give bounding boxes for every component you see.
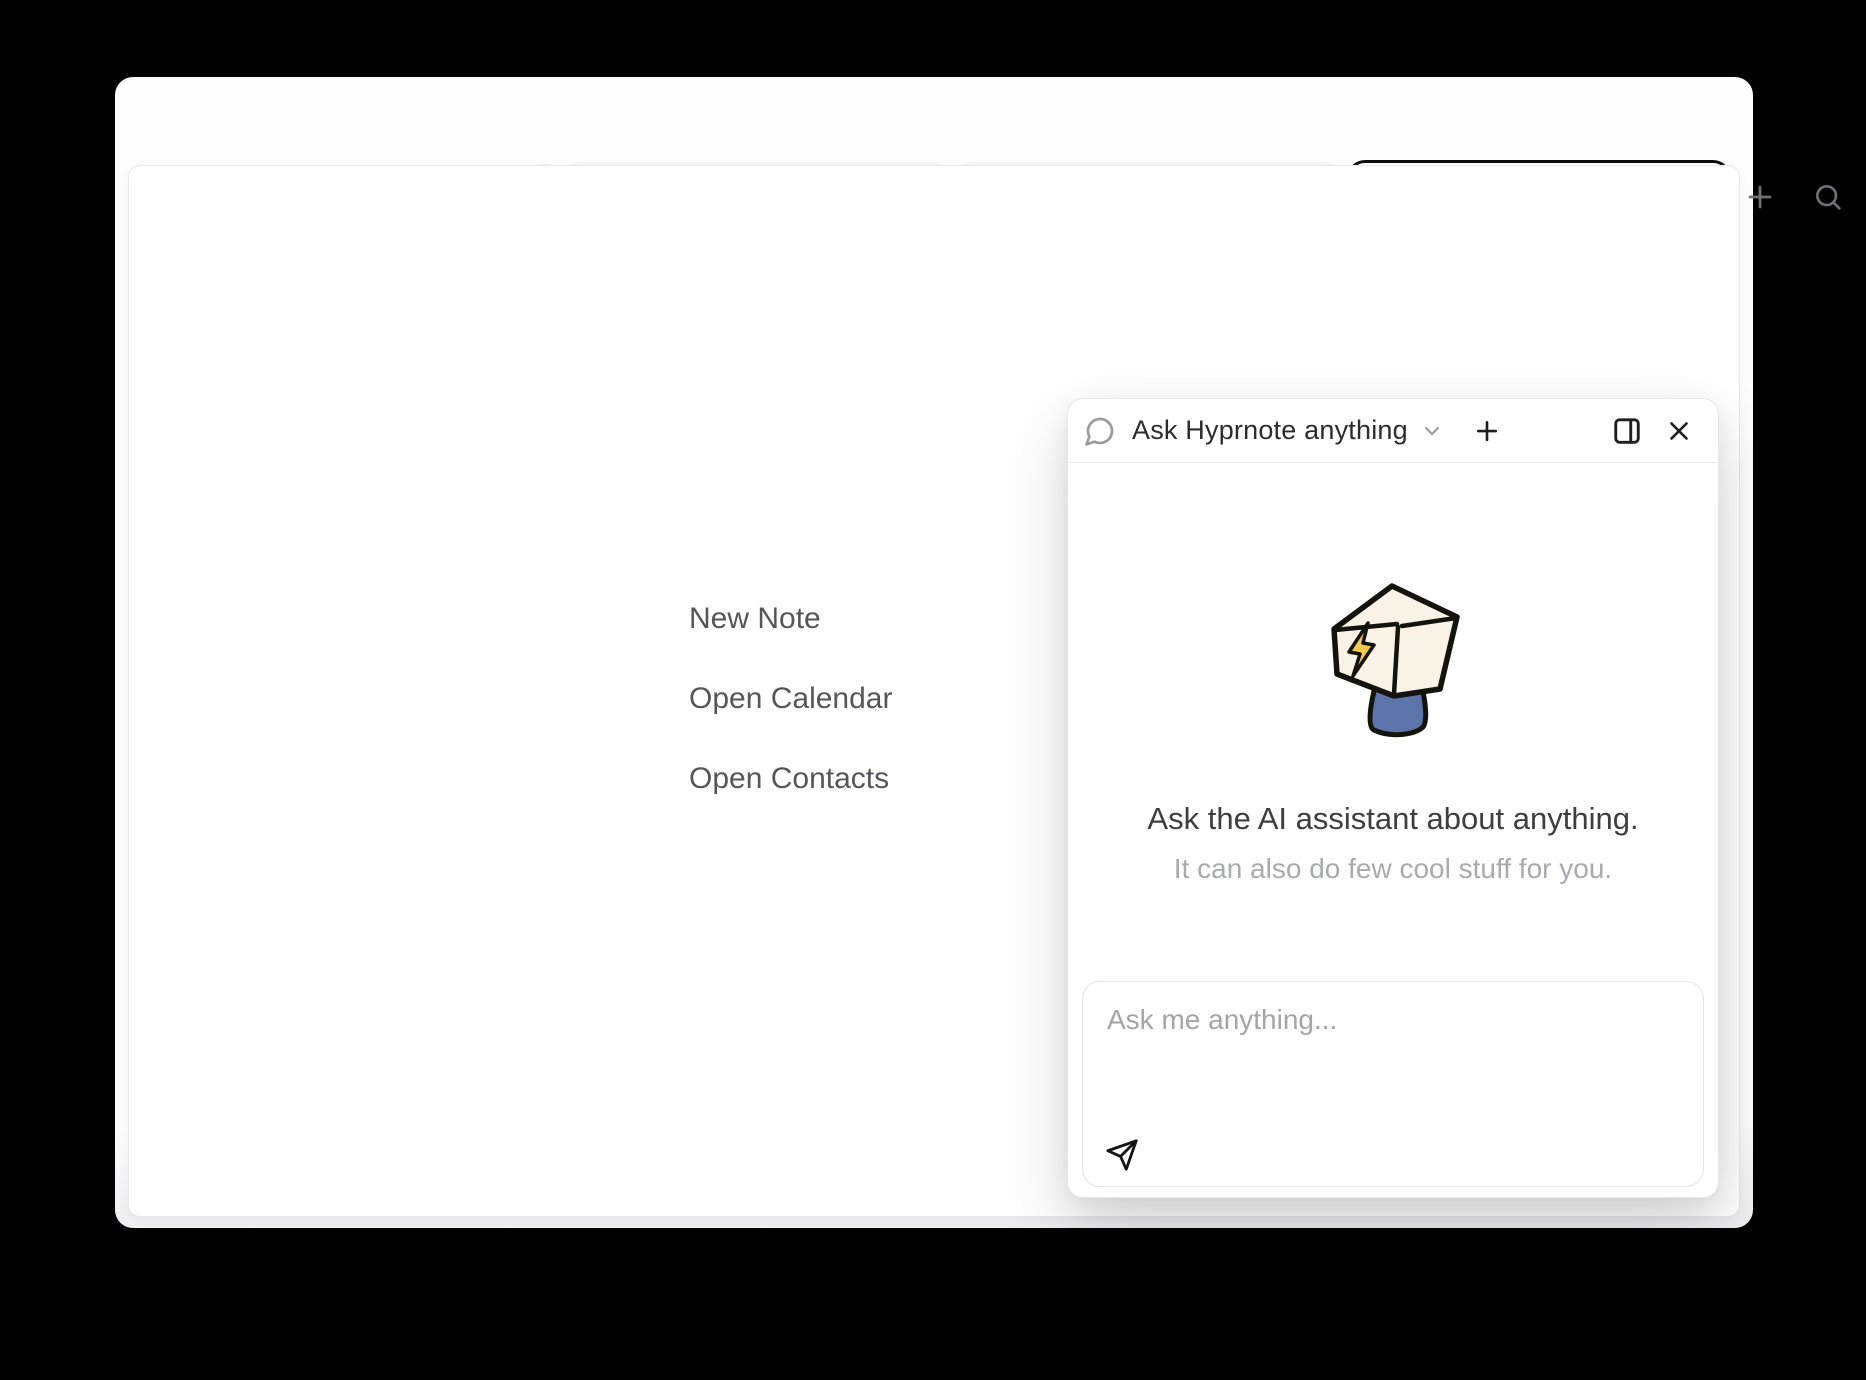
assistant-empty-headline: Ask the AI assistant about anything. bbox=[1068, 801, 1718, 837]
search-icon bbox=[1812, 181, 1844, 213]
conversation-selector[interactable]: Ask Hyprnote anything bbox=[1116, 415, 1444, 446]
chat-bubble-icon bbox=[1084, 415, 1116, 447]
dock-to-side-button[interactable] bbox=[1612, 416, 1642, 446]
plus-icon bbox=[1743, 180, 1777, 214]
assistant-panel-header: Ask Hyprnote anything bbox=[1068, 399, 1718, 463]
assistant-input[interactable] bbox=[1083, 982, 1703, 1132]
chevron-down-icon bbox=[1420, 419, 1444, 443]
search-button[interactable] bbox=[1812, 181, 1844, 213]
new-tab-button[interactable] bbox=[1743, 180, 1777, 214]
assistant-panel-title: Ask Hyprnote anything bbox=[1132, 415, 1408, 446]
app-window: Untitled Untitled New tab New Note Open … bbox=[115, 77, 1753, 1228]
open-calendar-link[interactable]: Open Calendar bbox=[689, 682, 892, 716]
plus-icon bbox=[1472, 416, 1502, 446]
close-icon bbox=[1664, 416, 1694, 446]
close-panel-button[interactable] bbox=[1664, 416, 1694, 446]
assistant-empty-subtext: It can also do few cool stuff for you. bbox=[1068, 853, 1718, 885]
assistant-input-container bbox=[1082, 981, 1704, 1187]
hyprnote-robot-mascot bbox=[1318, 577, 1468, 747]
send-icon bbox=[1105, 1138, 1139, 1172]
new-note-link[interactable]: New Note bbox=[689, 602, 821, 636]
new-chat-button[interactable] bbox=[1472, 416, 1502, 446]
panel-right-icon bbox=[1612, 416, 1642, 446]
send-button[interactable] bbox=[1105, 1138, 1139, 1172]
open-contacts-link[interactable]: Open Contacts bbox=[689, 762, 889, 796]
ai-assistant-panel: Ask Hyprnote anything bbox=[1067, 398, 1719, 1198]
